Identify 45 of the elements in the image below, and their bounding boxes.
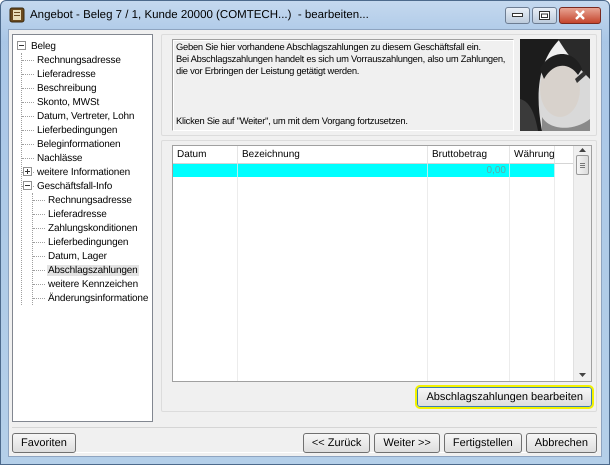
minimize-button[interactable]	[505, 6, 530, 24]
maximize-icon	[539, 10, 550, 20]
table-cell: 0,00	[428, 164, 510, 177]
tree-item[interactable]: Zahlungskonditionen	[47, 222, 138, 234]
column-header[interactable]: Währung	[510, 146, 555, 164]
tree-item[interactable]: Beschreibung	[36, 82, 98, 94]
tree-item[interactable]: Abschlagszahlungen	[47, 264, 139, 276]
wizard-button[interactable]: Abbrechen	[526, 433, 597, 453]
tree-item[interactable]: Nachlässe	[36, 152, 84, 164]
window-title: Angebot - Beleg 7 / 1, Kunde 20000 (COMTECH...) - bearbeiten...	[30, 9, 369, 21]
tree-item[interactable]: weitere Informationen	[36, 166, 132, 178]
expand-icon[interactable]	[23, 167, 32, 176]
close-button[interactable]	[559, 6, 601, 24]
tree-item[interactable]: Datum, Lager	[47, 250, 108, 262]
maximize-button[interactable]	[532, 6, 557, 24]
wizard-button[interactable]: Fertigstellen	[444, 433, 522, 453]
column-header[interactable]: Bruttobetrag	[428, 146, 510, 164]
minimize-icon	[512, 12, 523, 18]
tree-item[interactable]: Rechnungsadresse	[47, 194, 133, 206]
wizard-button[interactable]: << Zurück	[302, 433, 370, 453]
scrollbar-thumb[interactable]	[576, 155, 589, 175]
tree-item[interactable]: Rechnungsadresse	[36, 54, 122, 66]
close-icon	[574, 10, 586, 20]
tree-item[interactable]: Beleginformationen	[36, 138, 122, 150]
collapse-icon[interactable]	[23, 181, 32, 190]
tree-item[interactable]: Lieferbedingungen	[47, 236, 130, 248]
collapse-icon[interactable]	[17, 41, 26, 50]
tree-item[interactable]: Beleg	[30, 40, 57, 52]
tree-item[interactable]: Skonto, MWSt	[36, 96, 100, 108]
tree-item[interactable]: Datum, Vertreter, Lohn	[36, 110, 136, 122]
hint-text: Klicken Sie auf "Weiter", um mit dem Vorgang fortzusetzen.	[176, 115, 409, 127]
edit-payments-button[interactable]: Abschlagszahlungen bearbeiten	[417, 387, 592, 407]
column-header[interactable]: Bezeichnung	[238, 146, 428, 164]
tree-item[interactable]: Lieferbedingungen	[36, 124, 118, 136]
favorites-button[interactable]: Favoriten	[12, 433, 76, 453]
tree-item[interactable]: weitere Kennzeichen	[47, 278, 139, 290]
wizard-button[interactable]: Weiter >>	[374, 433, 440, 453]
tree-item[interactable]: Änderungsinformatione	[47, 292, 150, 304]
tree-item[interactable]: Geschäftsfall-Info	[36, 180, 114, 192]
tree-item[interactable]: Lieferadresse	[47, 208, 108, 220]
instruction-text: Geben Sie hier vorhandene Abschlagszahlungen zu diesem Geschäftsfall ein. Bei Abschlagszahlungen handelt es sich um Vorrauszahlungen, also um Zahlungen, die vor Erbringen der Leistung getätigt werden.	[176, 41, 506, 77]
column-header[interactable]: Datum	[173, 146, 238, 164]
tree-item[interactable]: Lieferadresse	[36, 68, 97, 80]
app-icon	[9, 7, 25, 23]
scroll-up-icon[interactable]	[579, 148, 586, 152]
